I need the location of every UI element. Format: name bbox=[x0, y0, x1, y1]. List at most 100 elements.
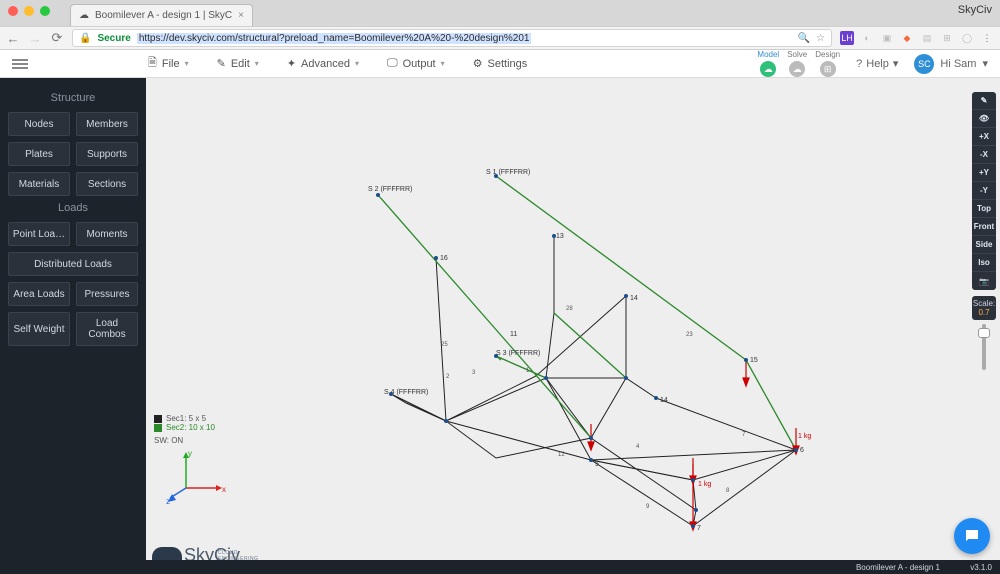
sidebar-title-structure: Structure bbox=[8, 92, 138, 104]
ext-icon-5[interactable]: ▤ bbox=[920, 31, 934, 45]
ext-icon-7[interactable]: ◯ bbox=[960, 31, 974, 45]
svg-text:2: 2 bbox=[446, 374, 450, 380]
secure-label: Secure bbox=[97, 33, 130, 44]
svg-text:16: 16 bbox=[440, 255, 448, 262]
monitor-icon: 🖵 bbox=[387, 57, 398, 70]
btn-point-loads[interactable]: Point Loa… bbox=[8, 222, 70, 246]
menu-edit[interactable]: ✎Edit▾ bbox=[217, 54, 259, 73]
axis-triad: x y z bbox=[166, 448, 226, 508]
svg-text:y: y bbox=[188, 449, 192, 458]
menu-settings[interactable]: ⚙Settings bbox=[473, 54, 528, 73]
chat-bubble-icon[interactable] bbox=[954, 518, 990, 554]
sidebar: Structure Nodes Members Plates Supports … bbox=[0, 78, 146, 574]
wand-icon: ✦ bbox=[287, 57, 296, 70]
view-front[interactable]: Front bbox=[972, 218, 996, 236]
search-in-bar-icon[interactable]: 🔍 bbox=[798, 33, 810, 44]
svg-text:7: 7 bbox=[697, 525, 701, 532]
btn-nodes[interactable]: Nodes bbox=[8, 112, 70, 136]
hamburger-icon[interactable] bbox=[12, 57, 28, 71]
svg-text:7: 7 bbox=[742, 432, 746, 438]
view-minus-y[interactable]: -Y bbox=[972, 182, 996, 200]
menu-output[interactable]: 🖵Output▾ bbox=[387, 54, 445, 73]
svg-text:1 kg: 1 kg bbox=[798, 433, 811, 440]
model-icon: ☁ bbox=[760, 61, 776, 77]
svg-text:S 4 (FFFFRR): S 4 (FFFFRR) bbox=[384, 389, 428, 396]
view-minus-x[interactable]: -X bbox=[972, 146, 996, 164]
extension-icons: LH ◐ ▣ ◆ ▤ ⊞ ◯ ⋮ bbox=[840, 31, 994, 45]
svg-text:5: 5 bbox=[595, 461, 599, 468]
svg-text:8: 8 bbox=[726, 488, 730, 494]
file-icon: 🗎 bbox=[148, 54, 157, 73]
btn-supports[interactable]: Supports bbox=[76, 142, 138, 166]
tool-camera[interactable]: 📷 bbox=[972, 272, 996, 290]
ext-icon-6[interactable]: ⊞ bbox=[940, 31, 954, 45]
svg-text:11: 11 bbox=[510, 331, 517, 338]
close-tab-icon[interactable]: × bbox=[238, 10, 244, 21]
ext-icon-2[interactable]: ◐ bbox=[860, 31, 874, 45]
bookmark-star-icon[interactable]: ☆ bbox=[816, 33, 825, 44]
traffic-lights bbox=[8, 6, 50, 16]
svg-text:z: z bbox=[166, 497, 170, 506]
svg-text:x: x bbox=[222, 485, 226, 494]
svg-text:9: 9 bbox=[646, 504, 650, 510]
svg-text:25: 25 bbox=[441, 342, 448, 348]
browser-tabbar: ☁ Boomilever A - design 1 | SkyC × SkyCi… bbox=[0, 0, 1000, 26]
app-toolbar: 🗎File▾ ✎Edit▾ ✦Advanced▾ 🖵Output▾ ⚙Setti… bbox=[0, 50, 1000, 78]
btn-load-combos[interactable]: Load Combos bbox=[76, 312, 138, 346]
btn-plates[interactable]: Plates bbox=[8, 142, 70, 166]
svg-text:28: 28 bbox=[566, 306, 573, 312]
svg-text:3: 3 bbox=[472, 370, 476, 376]
ext-icon-3[interactable]: ▣ bbox=[880, 31, 894, 45]
btn-moments[interactable]: Moments bbox=[76, 222, 138, 246]
minimize-window-icon[interactable] bbox=[24, 6, 34, 16]
svg-text:4: 4 bbox=[636, 444, 640, 450]
btn-members[interactable]: Members bbox=[76, 112, 138, 136]
close-window-icon[interactable] bbox=[8, 6, 18, 16]
tab-design[interactable]: Design⊞ bbox=[815, 50, 840, 77]
ext-icon-1[interactable]: LH bbox=[840, 31, 854, 45]
btn-pressures[interactable]: Pressures bbox=[76, 282, 138, 306]
ext-icon-4[interactable]: ◆ bbox=[900, 31, 914, 45]
zoom-window-icon[interactable] bbox=[40, 6, 50, 16]
view-iso[interactable]: Iso bbox=[972, 254, 996, 272]
btn-self-weight[interactable]: Self Weight bbox=[8, 312, 70, 346]
tab-model[interactable]: Model☁ bbox=[757, 50, 779, 77]
user-menu[interactable]: SC Hi Sam▾ bbox=[914, 54, 988, 74]
tool-eye[interactable]: 👁 bbox=[972, 110, 996, 128]
footer-version: v3.1.0 bbox=[970, 563, 992, 572]
menu-advanced[interactable]: ✦Advanced▾ bbox=[287, 54, 359, 73]
back-icon[interactable]: ← bbox=[6, 31, 20, 46]
btn-sections[interactable]: Sections bbox=[76, 172, 138, 196]
lock-icon: 🔒 bbox=[79, 33, 91, 44]
browser-tab[interactable]: ☁ Boomilever A - design 1 | SkyC × bbox=[70, 4, 253, 26]
forward-icon[interactable]: → bbox=[28, 31, 42, 46]
chrome-menu-icon[interactable]: ⋮ bbox=[980, 31, 994, 45]
svg-text:6: 6 bbox=[800, 447, 804, 454]
btn-distributed-loads[interactable]: Distributed Loads bbox=[8, 252, 138, 276]
view-plus-y[interactable]: +Y bbox=[972, 164, 996, 182]
svg-text:S 1 (FFFFRR): S 1 (FFFFRR) bbox=[486, 169, 530, 176]
help-menu[interactable]: ?Help▾ bbox=[856, 57, 898, 70]
scale-slider[interactable] bbox=[978, 324, 990, 370]
tab-solve[interactable]: Solve☁ bbox=[787, 50, 807, 77]
btn-materials[interactable]: Materials bbox=[8, 172, 70, 196]
view-plus-x[interactable]: +X bbox=[972, 128, 996, 146]
reload-icon[interactable]: ⟳ bbox=[50, 30, 64, 46]
gear-icon: ⚙ bbox=[473, 57, 483, 70]
svg-text:23: 23 bbox=[686, 332, 693, 338]
footer-filename: Boomilever A - design 1 bbox=[856, 563, 940, 572]
model-canvas[interactable]: S 1 (FFFFRR) S 2 (FFFFRR) S 3 (FFFFRR) S… bbox=[146, 78, 1000, 574]
pencil-icon: ✎ bbox=[217, 57, 226, 70]
os-app-name: SkyCiv bbox=[958, 4, 992, 16]
help-icon: ? bbox=[856, 58, 862, 70]
tool-pencil[interactable]: ✎ bbox=[972, 92, 996, 110]
view-side[interactable]: Side bbox=[972, 236, 996, 254]
footer: Boomilever A - design 1 v3.1.0 bbox=[146, 560, 1000, 574]
view-top[interactable]: Top bbox=[972, 200, 996, 218]
sidebar-title-loads: Loads bbox=[8, 202, 138, 214]
btn-area-loads[interactable]: Area Loads bbox=[8, 282, 70, 306]
menu-file[interactable]: 🗎File▾ bbox=[148, 54, 189, 73]
tab-title: Boomilever A - design 1 | SkyC bbox=[95, 10, 232, 21]
avatar: SC bbox=[914, 54, 934, 74]
address-bar[interactable]: 🔒 Secure https://dev.skyciv.com/structur… bbox=[72, 29, 832, 47]
